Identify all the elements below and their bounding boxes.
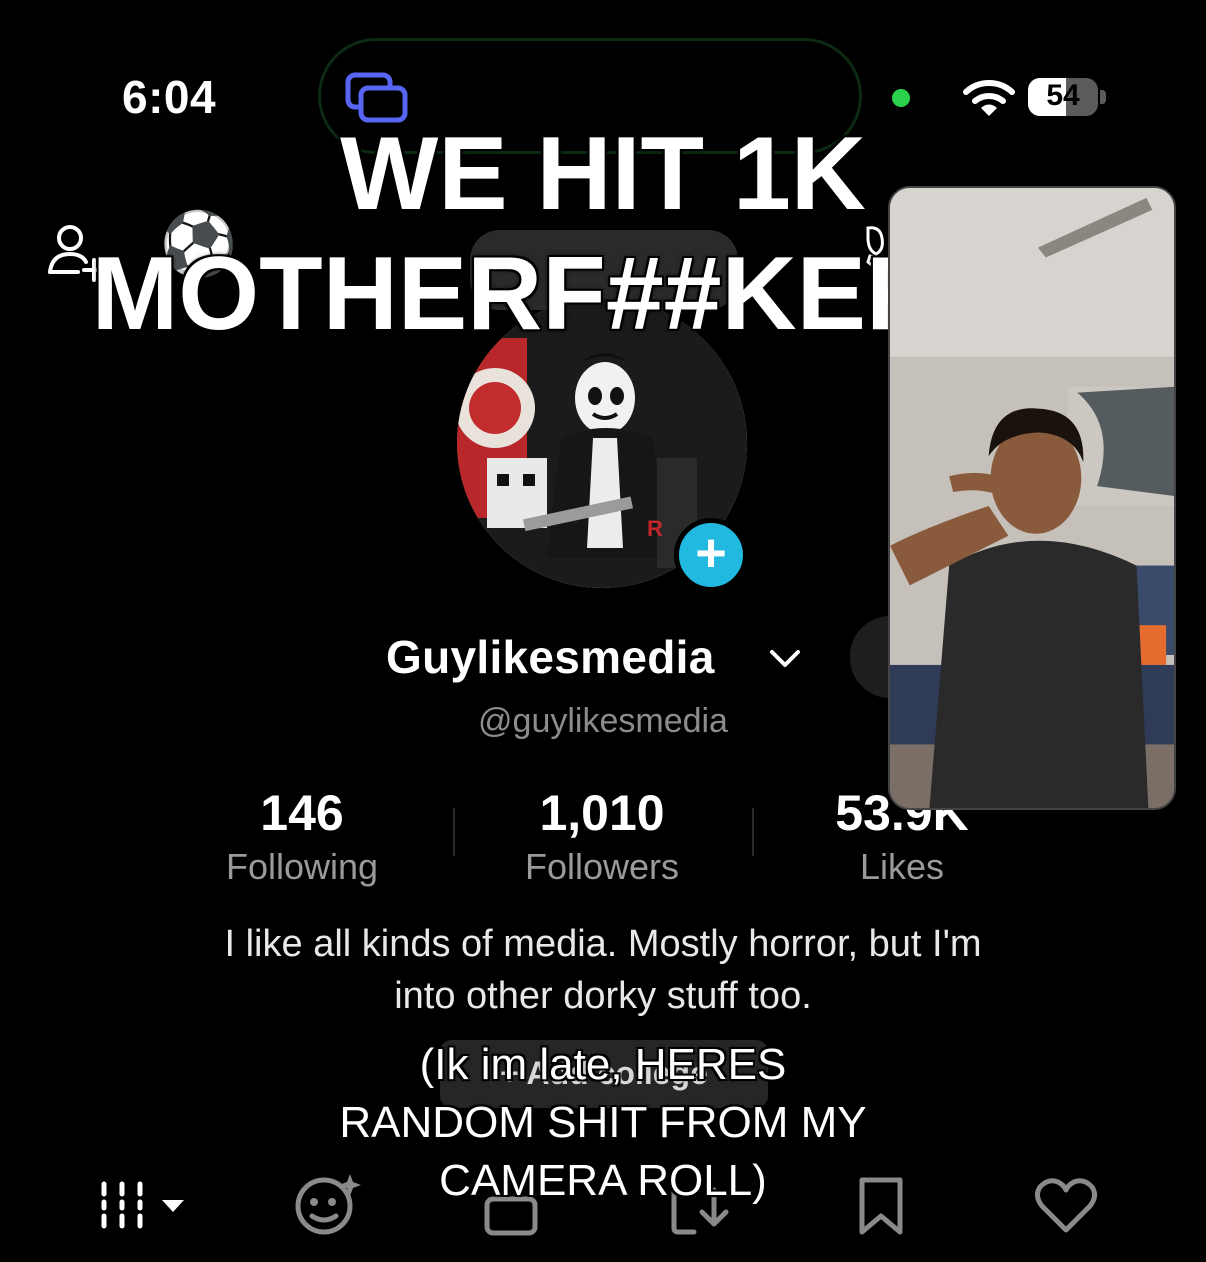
picture-in-picture-video[interactable] (888, 186, 1176, 810)
caption-line: RANDOM SHIT FROM MY (339, 1098, 867, 1147)
screen: 6:04 54 ⚽ R + Guylikesmedia @guylikesmed… (0, 0, 1206, 1262)
display-name: Guylikesmedia (386, 631, 715, 683)
stat-value: 1,010 (539, 785, 665, 841)
stat-following[interactable]: 146 Following (152, 786, 452, 888)
camera-in-use-dot (892, 89, 910, 107)
videos-grid-icon[interactable] (98, 1180, 190, 1230)
chevron-down-icon[interactable] (768, 646, 802, 670)
battery-nub (1100, 90, 1106, 104)
battery-level: 54 (1046, 79, 1080, 112)
battery-icon: 54 (1028, 78, 1098, 116)
profile-bio: I like all kinds of media. Mostly horror… (100, 918, 1106, 1022)
status-time: 6:04 (122, 71, 217, 123)
stat-followers[interactable]: 1,010 Followers (452, 786, 752, 888)
add-story-button[interactable]: + (674, 518, 748, 592)
overlay-caption: (Ik im late, HERES RANDOM SHIT FROM MY C… (200, 1036, 1006, 1210)
bio-line: I like all kinds of media. Mostly horror… (224, 923, 982, 965)
stat-label: Likes (859, 846, 945, 887)
stat-label: Followers (524, 846, 680, 887)
bio-line: into other dorky stuff too. (394, 975, 812, 1017)
stat-value: 146 (260, 785, 344, 841)
caption-line: (Ik im late, HERES (419, 1040, 787, 1089)
pip-video-frame (890, 188, 1174, 808)
stat-label: Following (225, 846, 379, 887)
svg-text:R: R (647, 516, 663, 541)
wifi-icon (963, 80, 1015, 116)
liked-heart-icon[interactable] (1034, 1176, 1098, 1234)
caption-line: CAMERA ROLL) (439, 1156, 767, 1205)
